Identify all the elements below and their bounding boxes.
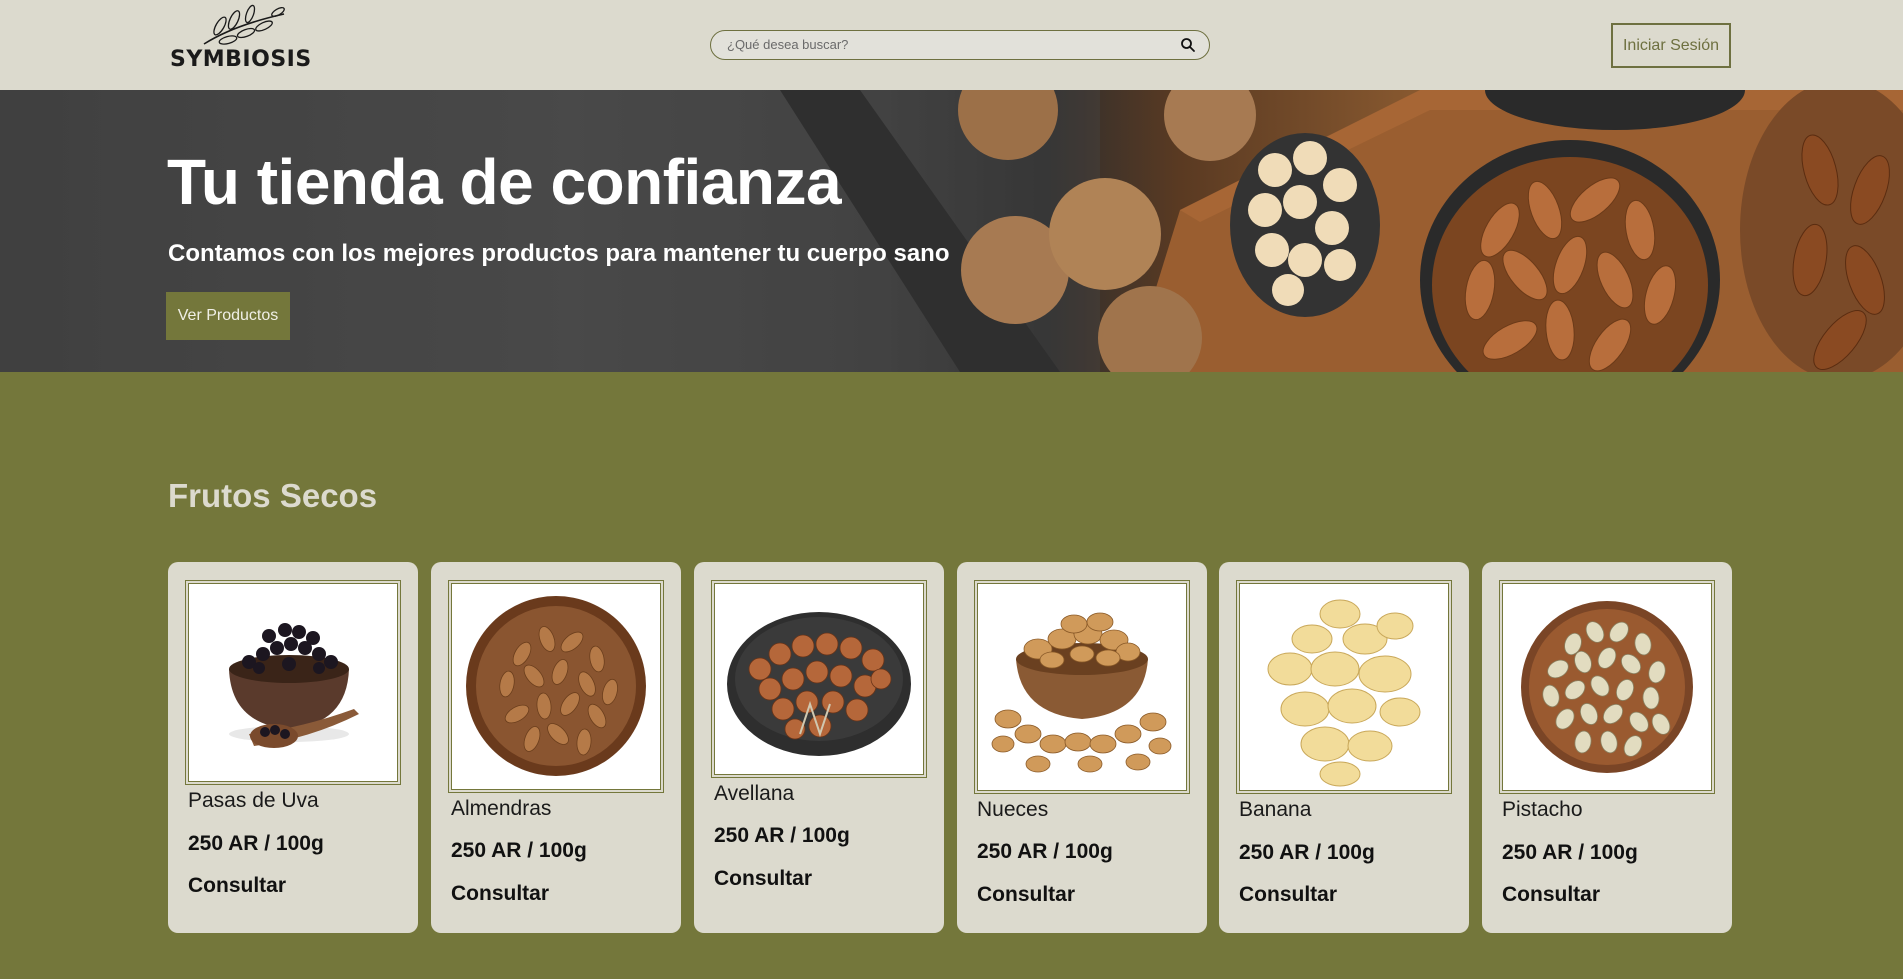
product-card[interactable]: Pasas de Uva 250 AR / 100g Consultar (168, 562, 418, 933)
product-price: 250 AR / 100g (451, 839, 587, 862)
product-image[interactable] (1236, 580, 1452, 794)
hero-banner: Tu tienda de confianza Contamos con los … (0, 90, 1903, 372)
view-products-button[interactable]: Ver Productos (166, 292, 290, 340)
product-image[interactable] (1499, 580, 1715, 794)
consult-link[interactable]: Consultar (1502, 883, 1600, 907)
raisins-image (229, 623, 359, 748)
product-image[interactable] (448, 580, 664, 793)
product-image[interactable] (974, 580, 1190, 794)
olive-branch-icon (203, 4, 285, 45)
product-price: 250 AR / 100g (188, 832, 324, 855)
pistachios-image (1521, 601, 1693, 773)
product-image[interactable] (185, 580, 401, 785)
product-name: Almendras (451, 797, 552, 820)
product-image[interactable] (711, 580, 927, 778)
login-button[interactable]: Iniciar Sesión (1611, 23, 1731, 68)
site-header: SYMBIOSIS Iniciar Sesión (0, 0, 1903, 90)
section-title: Frutos Secos (168, 477, 378, 514)
search-bar (710, 30, 1210, 60)
product-price: 250 AR / 100g (714, 824, 850, 847)
product-name: Avellana (714, 782, 795, 805)
consult-link[interactable]: Consultar (714, 867, 812, 891)
product-card[interactable]: Nueces 250 AR / 100g Consultar (957, 562, 1207, 933)
logo-text: SYMBIOSIS (170, 47, 312, 72)
banana-chips-image (1267, 599, 1421, 787)
search-input[interactable] (727, 31, 1167, 58)
product-card[interactable]: Banana 250 AR / 100g Consultar (1219, 562, 1469, 933)
product-card[interactable]: Avellana 250 AR / 100g Consultar (694, 562, 944, 933)
consult-link[interactable]: Consultar (188, 874, 286, 898)
walnuts-image (991, 612, 1172, 773)
hero-subtitle: Contamos con los mejores productos para … (168, 240, 950, 267)
product-name: Pistacho (1502, 798, 1583, 821)
product-name: Nueces (977, 798, 1049, 821)
product-price: 250 AR / 100g (1239, 841, 1375, 864)
product-price: 250 AR / 100g (977, 840, 1113, 863)
consult-link[interactable]: Consultar (977, 883, 1075, 907)
product-card[interactable]: Almendras 250 AR / 100g Consultar (431, 562, 681, 933)
hero-title: Tu tienda de confianza (167, 146, 842, 218)
consult-link[interactable]: Consultar (1239, 883, 1337, 907)
product-name: Banana (1239, 798, 1312, 821)
hazelnuts-image (727, 612, 911, 756)
logo[interactable]: SYMBIOSIS (170, 4, 312, 74)
search-icon[interactable] (1179, 36, 1197, 54)
consult-link[interactable]: Consultar (451, 882, 549, 906)
product-card[interactable]: Pistacho 250 AR / 100g Consultar (1482, 562, 1732, 933)
product-price: 250 AR / 100g (1502, 841, 1638, 864)
product-name: Pasas de Uva (188, 789, 319, 812)
almonds-image (466, 596, 646, 776)
